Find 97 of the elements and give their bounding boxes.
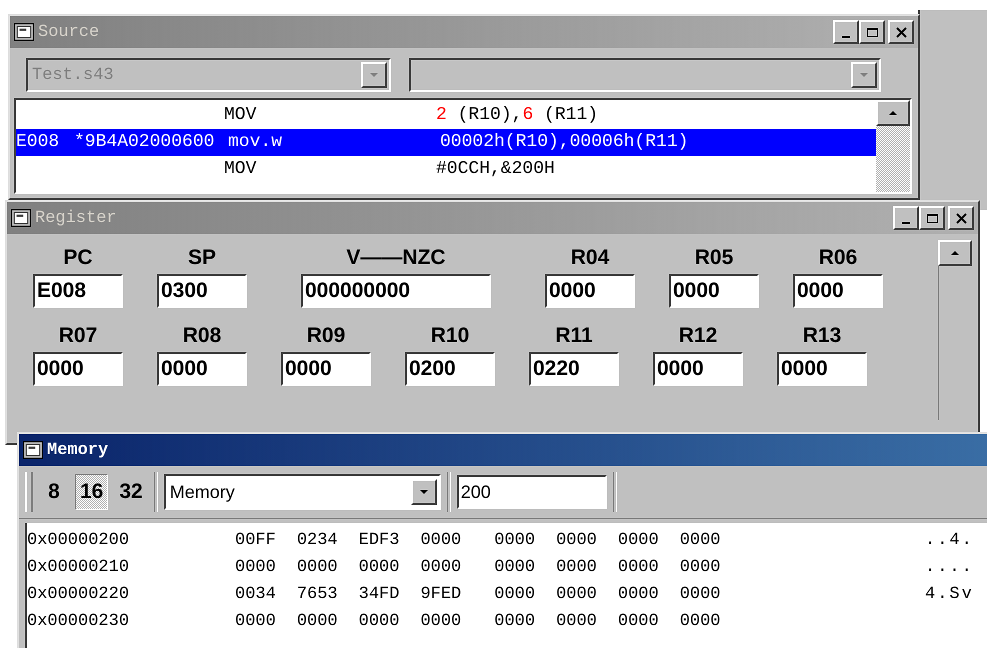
scrollbar[interactable]: [876, 100, 910, 192]
memory-word: 0000: [680, 611, 720, 633]
register-label: R11: [555, 324, 593, 348]
register-field[interactable]: 000000000: [301, 274, 491, 308]
memory-word: 0000: [296, 611, 338, 633]
window-title: Source: [38, 22, 100, 42]
dropdown-arrow-icon: [418, 489, 429, 495]
register-label: R06: [818, 246, 858, 270]
memory-word: 0000: [680, 584, 720, 606]
dropdown-arrow-icon: [859, 72, 869, 78]
register-field[interactable]: 0000: [653, 352, 743, 386]
minimize-button[interactable]: [833, 20, 859, 44]
window-icon: [23, 441, 43, 459]
maximize-button[interactable]: [919, 206, 945, 230]
window-icon: [11, 209, 31, 227]
window-title: Register: [35, 208, 117, 228]
memory-word: 0000: [556, 611, 597, 633]
memory-word: 0000: [494, 530, 536, 552]
memory-ascii: 4.Sv: [925, 584, 974, 606]
memory-word: 0000: [618, 530, 659, 552]
memory-word: EDF3: [358, 530, 400, 552]
memory-word: 00FF: [235, 530, 276, 552]
dropdown-arrow-icon: [369, 72, 379, 78]
memory-dropdown[interactable]: Memory: [164, 474, 441, 510]
register-label: R07: [58, 324, 98, 348]
memory-word: 0000: [358, 611, 400, 633]
maximize-icon: [926, 214, 938, 222]
register-label: R05: [694, 246, 734, 270]
close-icon: [896, 26, 906, 38]
register-field[interactable]: 0000: [281, 352, 371, 386]
memory-word: 0234: [296, 530, 338, 552]
register-field[interactable]: 0000: [669, 274, 759, 308]
register-label: PC: [63, 246, 93, 270]
memory-word: 0000: [618, 584, 659, 606]
memory-word: 0000: [420, 557, 462, 579]
memory-address: 0x00000200: [27, 530, 130, 552]
memory-word: 0000: [420, 530, 462, 552]
memory-word: 9FED: [420, 584, 462, 606]
register-field[interactable]: 0000: [33, 352, 123, 386]
register-label: R08: [182, 324, 222, 348]
maximize-button[interactable]: [859, 20, 885, 44]
memory-word: 0000: [680, 557, 720, 579]
register-field[interactable]: 0220: [529, 352, 619, 386]
register-field[interactable]: E008: [33, 274, 123, 308]
close-button[interactable]: [948, 206, 974, 230]
memory-word: 0000: [420, 611, 462, 633]
close-icon: [956, 212, 966, 224]
address-field[interactable]: 200: [456, 475, 607, 509]
register-label: R10: [430, 324, 470, 348]
code-line[interactable]: MOV 2 (R10),6 (R11): [16, 102, 876, 129]
register-label: R04: [570, 246, 610, 270]
register-label: SP: [188, 246, 216, 270]
symbol-dropdown[interactable]: [409, 58, 881, 92]
memory-address: 0x00000220: [27, 584, 130, 606]
window-icon: [14, 23, 34, 41]
register-label: R09: [306, 324, 346, 348]
memory-word: 0000: [618, 611, 659, 633]
memory-word: 0000: [235, 611, 276, 633]
scrollbar[interactable]: [938, 240, 972, 420]
memory-ascii: ..4.: [925, 530, 974, 552]
memory-word: 0000: [556, 557, 597, 579]
memory-ascii: ....: [925, 557, 974, 579]
memory-address: 0x00000230: [27, 611, 130, 633]
maximize-icon: [866, 28, 878, 36]
register-field[interactable]: 0300: [157, 274, 247, 308]
register-label: V——NZC: [346, 246, 446, 270]
minimize-icon: [842, 36, 850, 38]
memory-word: 0000: [618, 557, 659, 579]
register-field[interactable]: 0000: [157, 352, 247, 386]
memory-word: 0000: [680, 530, 720, 552]
memory-word: 0000: [296, 557, 338, 579]
memory-word: 0034: [235, 584, 276, 606]
close-button[interactable]: [888, 20, 914, 44]
register-field[interactable]: 0200: [405, 352, 495, 386]
scroll-up-arrow-icon: [888, 110, 898, 116]
memory-word: 0000: [494, 557, 536, 579]
memory-address: 0x00000210: [27, 557, 130, 579]
code-line[interactable]: MOV #0CCH,&200H: [16, 156, 876, 183]
minimize-icon: [902, 222, 910, 224]
register-label: R13: [802, 324, 842, 348]
memory-word: 0000: [494, 584, 536, 606]
memory-word: 0000: [556, 584, 597, 606]
memory-word: 0000: [235, 557, 276, 579]
register-field[interactable]: 0000: [777, 352, 867, 386]
toolbar-grip[interactable]: [25, 472, 33, 512]
memory-word: 7653: [296, 584, 338, 606]
register-field[interactable]: 0000: [545, 274, 635, 308]
memory-word: 0000: [358, 557, 400, 579]
scroll-up-arrow-icon: [950, 250, 960, 256]
register-field[interactable]: 0000: [793, 274, 883, 308]
word-size-button[interactable]: 16: [75, 474, 108, 510]
register-label: R12: [678, 324, 718, 348]
minimize-button[interactable]: [893, 206, 919, 230]
window-title: Memory: [47, 440, 108, 460]
memory-word: 34FD: [358, 584, 400, 606]
memory-word: 0000: [556, 530, 597, 552]
memory-word: 0000: [494, 611, 536, 633]
